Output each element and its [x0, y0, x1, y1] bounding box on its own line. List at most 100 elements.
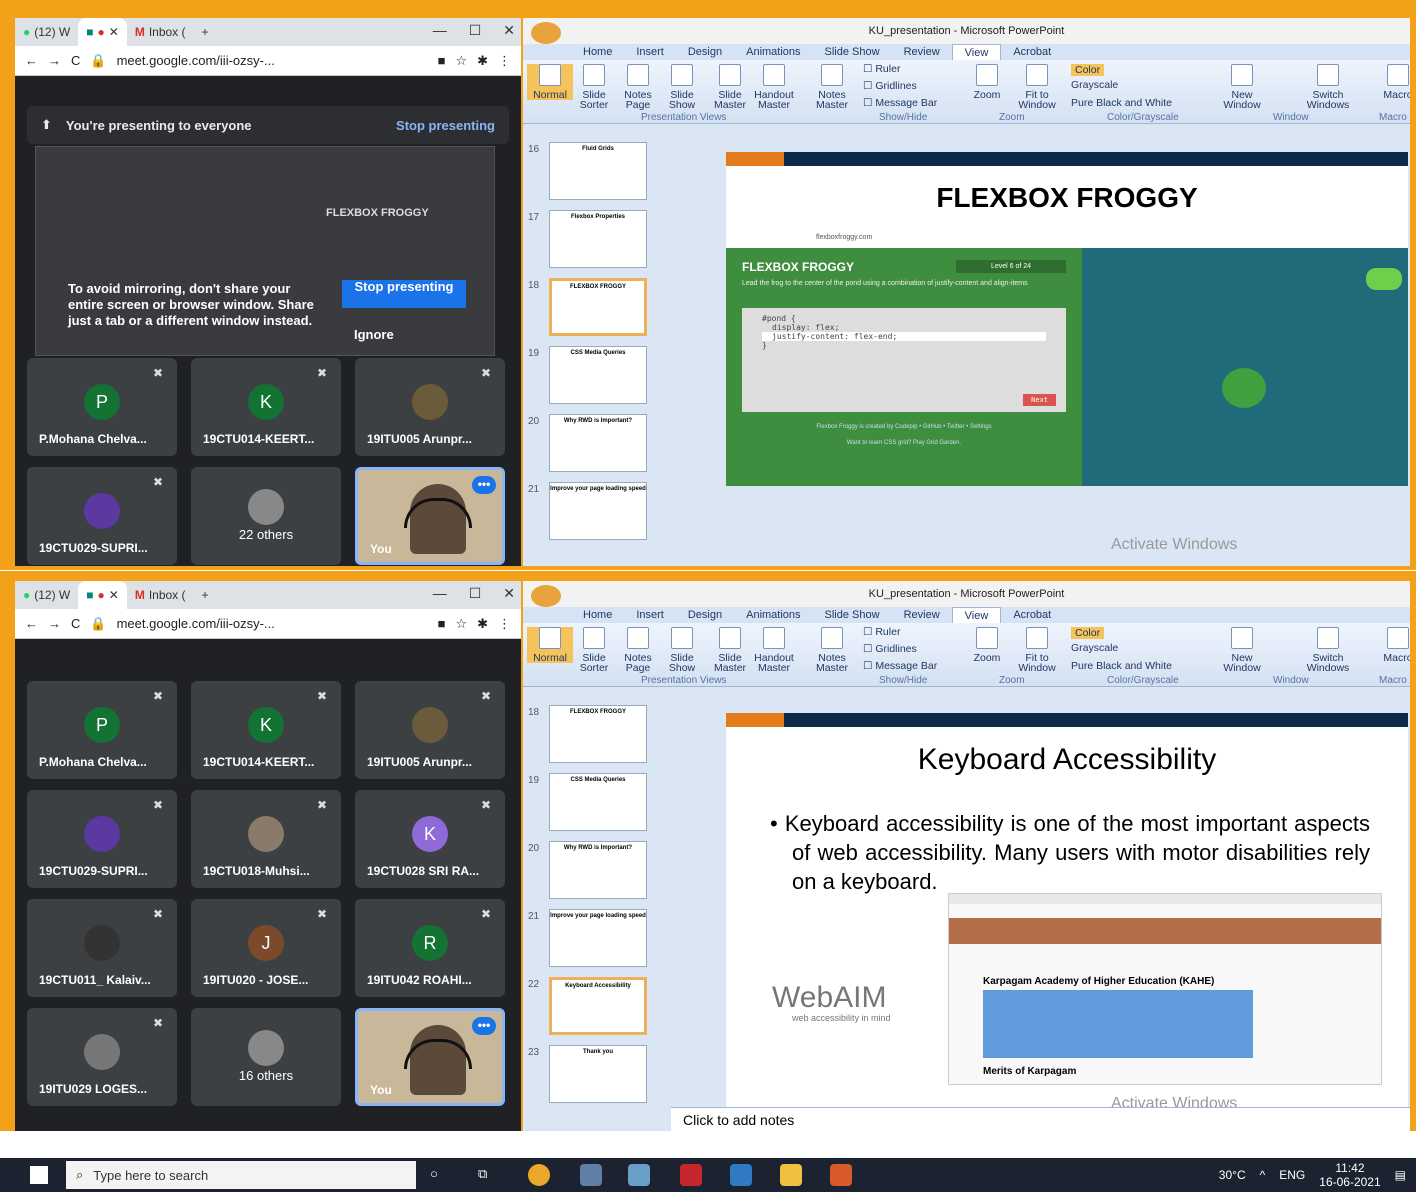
participant-tile[interactable]: ••• You	[355, 1008, 505, 1106]
ribbon-btn-switch[interactable]: Switch Windows	[1303, 64, 1353, 110]
chevron-up-icon[interactable]: ^	[1260, 1168, 1266, 1182]
slide-thumbnail[interactable]: Flexbox Properties	[549, 210, 647, 268]
participant-tile[interactable]: ✖ 19CTU018-Muhsi...	[191, 790, 341, 888]
more-options-icon[interactable]: •••	[472, 1017, 496, 1035]
camera-icon[interactable]: ■	[438, 616, 446, 631]
url-field[interactable]: meet.google.com/iii-ozsy-...	[117, 53, 428, 68]
ribbon-btn-color[interactable]: Color	[1071, 64, 1105, 76]
lang-indicator[interactable]: ENG	[1279, 1168, 1305, 1182]
ribbon-btn-normal[interactable]: Normal	[527, 627, 573, 663]
checkbox-message-bar[interactable]: ☐ Message Bar	[863, 661, 937, 672]
participant-tile[interactable]: ✖ J 19ITU020 - JOSE...	[191, 899, 341, 997]
acrobat-icon[interactable]	[680, 1164, 702, 1186]
tab-whatsapp[interactable]: ● (12) W	[15, 581, 78, 609]
ribbon-btn-notes-page[interactable]: Notes Page	[615, 64, 661, 110]
tab-meet[interactable]: ■ ● ✕	[78, 581, 127, 609]
participant-tile[interactable]: ✖ K 19CTU014-KEERT...	[191, 681, 341, 779]
checkbox-gridlines[interactable]: ☐ Gridlines	[863, 644, 917, 655]
close-tab-icon[interactable]: ✕	[109, 588, 119, 602]
tab-gmail[interactable]: M Inbox (	[127, 581, 194, 609]
clock[interactable]: 11:42 16-06-2021	[1319, 1161, 1380, 1189]
ribbon-btn-color[interactable]: Color	[1071, 627, 1105, 639]
ignore-button[interactable]: Ignore	[354, 327, 394, 342]
ribbon-tab-acrobat[interactable]: Acrobat	[1001, 607, 1063, 623]
weather-temp[interactable]: 30°C	[1219, 1168, 1246, 1182]
checkbox-message-bar[interactable]: ☐ Message Bar	[863, 98, 937, 109]
ribbon-tab-slide-show[interactable]: Slide Show	[813, 44, 892, 60]
participant-tile[interactable]: 16 others	[191, 1008, 341, 1106]
new-tab-button[interactable]: +	[194, 581, 217, 609]
ribbon-tab-review[interactable]: Review	[892, 44, 952, 60]
slide-thumbnail[interactable]: Fluid Grids	[549, 142, 647, 200]
app-icon[interactable]	[580, 1164, 602, 1186]
ribbon-btn-newwin[interactable]: New Window	[1217, 64, 1267, 110]
slide-thumbnail[interactable]: FLEXBOX FROGGY	[549, 705, 647, 763]
ribbon-btn-handout-master[interactable]: Handout Master	[751, 627, 797, 673]
participant-tile[interactable]: ✖ P P.Mohana Chelva...	[27, 681, 177, 779]
ribbon-btn-fit[interactable]: Fit to Window	[1013, 64, 1061, 110]
slide-thumbnail[interactable]: Improve your page loading speed	[549, 482, 647, 540]
ribbon-btn-zoom[interactable]: Zoom	[963, 627, 1011, 663]
ribbon-btn-macros[interactable]: Macro	[1373, 64, 1410, 100]
new-tab-button[interactable]: +	[194, 18, 217, 46]
forward-icon[interactable]: →	[48, 53, 61, 68]
cortana-icon[interactable]: ○	[430, 1166, 438, 1181]
windows-start-icon[interactable]	[30, 1166, 48, 1184]
slide-thumbnail[interactable]: Keyboard Accessibility	[549, 977, 647, 1035]
url-field[interactable]: meet.google.com/iii-ozsy-...	[117, 616, 428, 631]
slide-thumbnail[interactable]: Thank you	[549, 1045, 647, 1103]
chrome-icon[interactable]	[528, 1164, 550, 1186]
code-editor[interactable]: #pond { display: flex; justify-content: …	[742, 308, 1066, 412]
stop-presenting-link[interactable]: Stop presenting	[396, 118, 495, 133]
ribbon-btn-macros[interactable]: Macro	[1373, 627, 1410, 663]
ribbon-btn-gray[interactable]: Grayscale	[1071, 643, 1118, 654]
photos-icon[interactable]	[730, 1164, 752, 1186]
ribbon-btn-notes-master[interactable]: Notes Master	[809, 627, 855, 673]
ribbon-tab-home[interactable]: Home	[571, 607, 624, 623]
participant-tile[interactable]: ✖ 19CTU029-SUPRI...	[27, 467, 177, 565]
checkbox-ruler[interactable]: ☐ Ruler	[863, 627, 900, 638]
ribbon-btn-pbw[interactable]: Pure Black and White	[1071, 661, 1172, 672]
participant-tile[interactable]: ✖ 19CTU011_ Kalaiv...	[27, 899, 177, 997]
more-options-icon[interactable]: •••	[472, 476, 496, 494]
maximize-icon[interactable]: ☐	[469, 22, 482, 39]
participant-tile[interactable]: ✖ 19ITU005 Arunpr...	[355, 681, 505, 779]
app-icon[interactable]	[628, 1164, 650, 1186]
checkbox-ruler[interactable]: ☐ Ruler	[863, 64, 900, 75]
forward-icon[interactable]: →	[48, 616, 61, 631]
stop-presenting-button[interactable]: Stop presenting	[342, 280, 466, 308]
tab-whatsapp[interactable]: ● (12) W	[15, 18, 78, 46]
ribbon-tab-design[interactable]: Design	[676, 607, 734, 623]
star-icon[interactable]: ☆	[455, 616, 467, 632]
participant-tile[interactable]: ••• You	[355, 467, 505, 565]
menu-icon[interactable]: ⋮	[498, 53, 511, 69]
ribbon-tab-home[interactable]: Home	[571, 44, 624, 60]
slide-thumbnail[interactable]: FLEXBOX FROGGY	[549, 278, 647, 336]
reload-icon[interactable]: C	[71, 616, 80, 631]
minimize-icon[interactable]: —	[433, 585, 447, 602]
ribbon-btn-slide-sorter[interactable]: Slide Sorter	[571, 64, 617, 110]
participant-tile[interactable]: ✖ K 19CTU014-KEERT...	[191, 358, 341, 456]
task-view-icon[interactable]: ⧉	[478, 1166, 487, 1182]
grid-garden-link[interactable]: Want to learn CSS grid? Play Grid Garden…	[726, 440, 1082, 446]
ribbon-btn-pbw[interactable]: Pure Black and White	[1071, 98, 1172, 109]
tab-meet[interactable]: ■ ● ✕	[78, 18, 127, 46]
back-icon[interactable]: ←	[25, 53, 38, 68]
ribbon-btn-fit[interactable]: Fit to Window	[1013, 627, 1061, 673]
checkbox-gridlines[interactable]: ☐ Gridlines	[863, 81, 917, 92]
powerpoint-icon[interactable]	[830, 1164, 852, 1186]
participant-tile[interactable]: ✖ P P.Mohana Chelva...	[27, 358, 177, 456]
ribbon-btn-gray[interactable]: Grayscale	[1071, 80, 1118, 91]
participant-tile[interactable]: ✖ K 19CTU028 SRI RA...	[355, 790, 505, 888]
ribbon-tab-insert[interactable]: Insert	[624, 44, 676, 60]
participant-tile[interactable]: ✖ R 19ITU042 ROAHI...	[355, 899, 505, 997]
ribbon-tab-animations[interactable]: Animations	[734, 607, 812, 623]
ribbon-btn-normal[interactable]: Normal	[527, 64, 573, 100]
close-icon[interactable]: ✕	[503, 22, 515, 39]
notes-pane[interactable]: Click to add notes	[671, 1107, 1410, 1131]
taskbar-search[interactable]: ⌕ Type here to search	[66, 1161, 416, 1189]
tab-gmail[interactable]: M Inbox (	[127, 18, 194, 46]
reload-icon[interactable]: C	[71, 53, 80, 68]
level-selector[interactable]: Level 6 of 24	[956, 260, 1066, 273]
ribbon-btn-newwin[interactable]: New Window	[1217, 627, 1267, 673]
